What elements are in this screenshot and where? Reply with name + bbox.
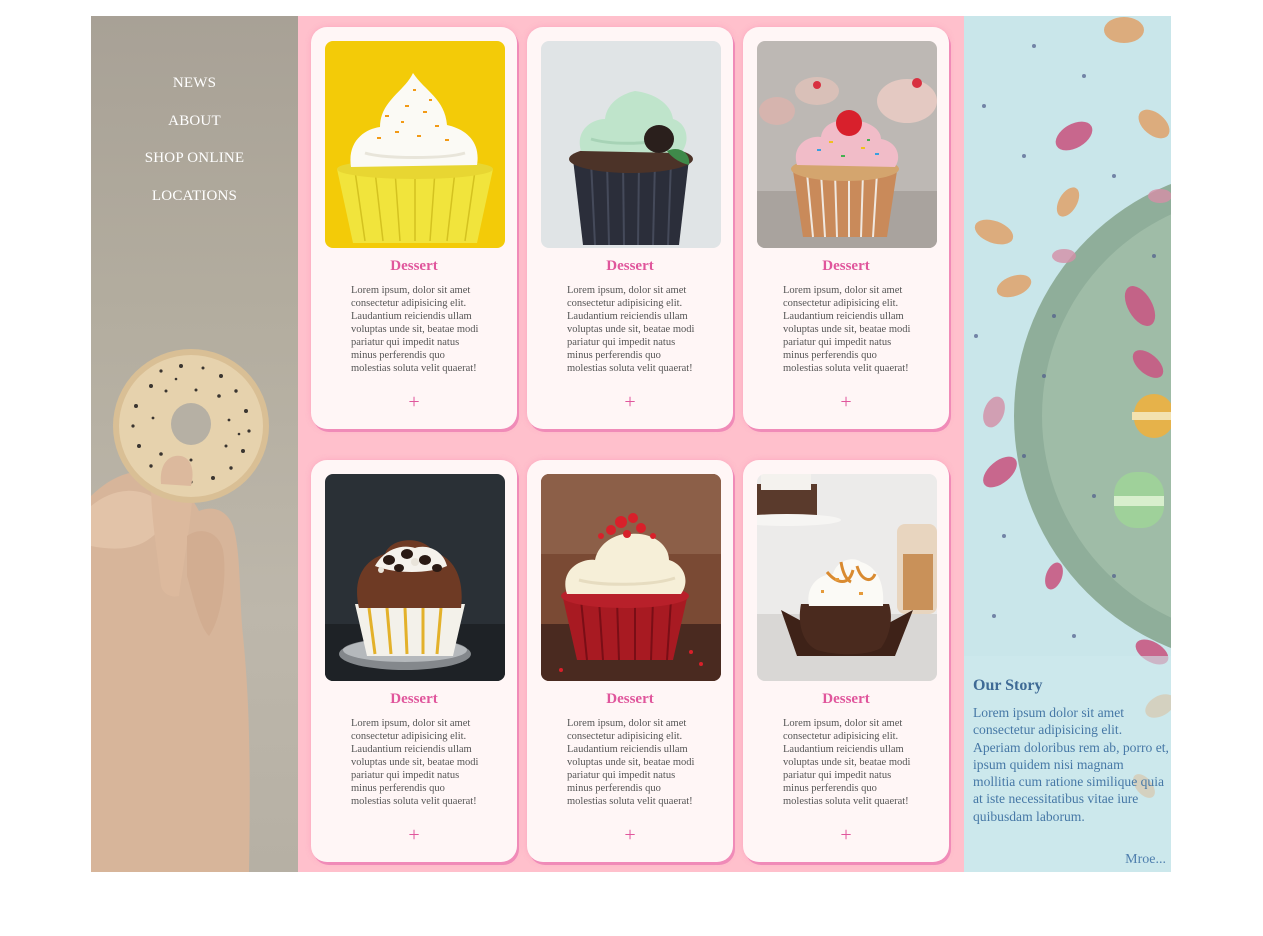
page-frame: NEWS ABOUT SHOP ONLINE LOCATIONS Dessert…	[91, 16, 1171, 872]
dessert-card: Dessert Lorem ipsum, dolor sit amet cons…	[527, 460, 733, 862]
story-text: Lorem ipsum dolor sit amet consectetur a…	[973, 705, 1169, 824]
card-title: Dessert	[606, 258, 654, 274]
expand-plus-button[interactable]: +	[311, 392, 517, 412]
card-title: Dessert	[822, 258, 870, 274]
card-title: Dessert	[390, 691, 438, 707]
dessert-grid: Dessert Lorem ipsum, dolor sit amet cons…	[298, 16, 964, 872]
caramel-cupcake-photo	[757, 474, 937, 681]
nav-shop-online-link[interactable]: SHOP ONLINE	[91, 149, 298, 168]
expand-plus-button[interactable]: +	[743, 392, 949, 412]
card-title: Dessert	[606, 691, 654, 707]
card-text: Lorem ipsum, dolor sit amet consectetur …	[351, 718, 479, 807]
expand-plus-button[interactable]: +	[527, 825, 733, 845]
sidebar: NEWS ABOUT SHOP ONLINE LOCATIONS	[91, 16, 298, 872]
dessert-card: Dessert Lorem ipsum, dolor sit amet cons…	[311, 27, 517, 429]
expand-plus-button[interactable]: +	[311, 825, 517, 845]
dessert-card: Dessert Lorem ipsum, dolor sit amet cons…	[743, 27, 949, 429]
expand-plus-button[interactable]: +	[743, 825, 949, 845]
nav-news-link[interactable]: NEWS	[91, 74, 298, 93]
cupcake-mint-chocolate-photo	[541, 41, 721, 248]
nav-locations-link[interactable]: LOCATIONS	[91, 187, 298, 206]
dessert-card: Dessert Lorem ipsum, dolor sit amet cons…	[743, 460, 949, 862]
story-more-link[interactable]: Mroe...	[1125, 851, 1166, 868]
muffin-chocolate-chips-photo	[325, 474, 505, 681]
cupcake-yellow-photo	[325, 41, 505, 248]
card-text: Lorem ipsum, dolor sit amet consectetur …	[783, 285, 911, 374]
card-text: Lorem ipsum, dolor sit amet consectetur …	[567, 285, 695, 374]
nav-about-link[interactable]: ABOUT	[91, 112, 298, 131]
card-title: Dessert	[822, 691, 870, 707]
story-title: Our Story	[973, 677, 1043, 694]
main-nav: NEWS ABOUT SHOP ONLINE LOCATIONS	[91, 74, 298, 224]
card-text: Lorem ipsum, dolor sit amet consectetur …	[351, 285, 479, 374]
donut-in-hand-photo	[91, 349, 269, 872]
cupcake-pink-cherry-photo	[757, 41, 937, 248]
dessert-card: Dessert Lorem ipsum, dolor sit amet cons…	[311, 460, 517, 862]
card-text: Lorem ipsum, dolor sit amet consectetur …	[783, 718, 911, 807]
card-title: Dessert	[390, 258, 438, 274]
expand-plus-button[interactable]: +	[527, 392, 733, 412]
our-story-panel: Our Story Lorem ipsum dolor sit amet con…	[964, 16, 1171, 872]
dessert-card: Dessert Lorem ipsum, dolor sit amet cons…	[527, 27, 733, 429]
card-text: Lorem ipsum, dolor sit amet consectetur …	[567, 718, 695, 807]
red-velvet-cupcake-photo	[541, 474, 721, 681]
